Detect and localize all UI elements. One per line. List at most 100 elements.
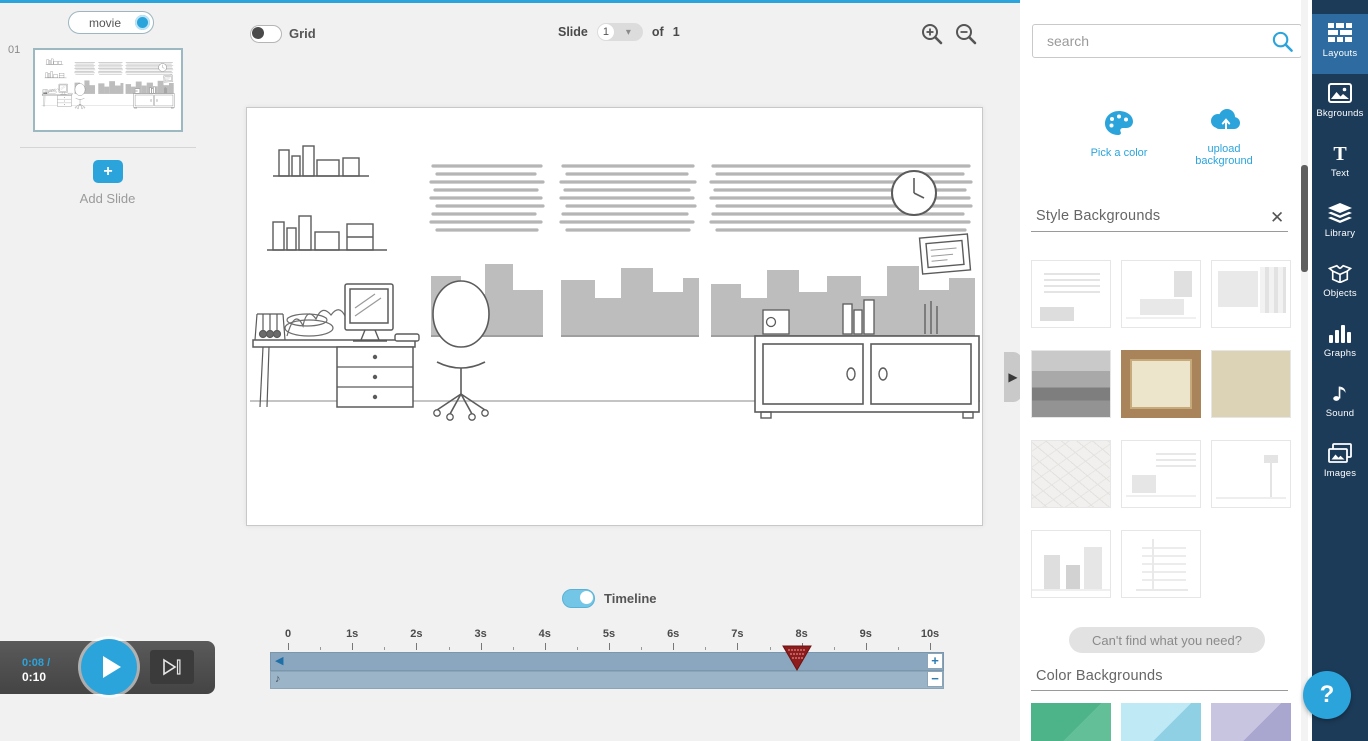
- nav-item-label: Library: [1324, 228, 1356, 239]
- skip-next-icon: [163, 658, 181, 676]
- of-label: of: [651, 25, 664, 39]
- slide-thumbnail-scene: [37, 52, 179, 128]
- color-swatch-light-blue[interactable]: [1121, 703, 1201, 741]
- nav-item-bkgrounds[interactable]: Bkgrounds: [1312, 74, 1368, 134]
- color-swatches-row: [1031, 703, 1291, 741]
- backgrounds-panel: Pick a color upload background Style Bac…: [1020, 0, 1312, 741]
- search-input[interactable]: [1032, 24, 1302, 58]
- nav-item-sound[interactable]: Sound: [1312, 374, 1368, 434]
- zoom-controls: [920, 22, 978, 51]
- add-slide-label: Add Slide: [79, 191, 136, 206]
- pick-color-button[interactable]: Pick a color: [1069, 110, 1169, 159]
- movie-toggle-knob[interactable]: [135, 15, 150, 30]
- app-window: movie 01 + Add Slide 0:08 / 0:10 Grid Sl…: [0, 0, 1368, 741]
- background-thumbnail-wood-frame[interactable]: [1121, 350, 1201, 418]
- upload-background-button[interactable]: upload background: [1174, 108, 1274, 167]
- background-thumbnail-garden[interactable]: [1031, 350, 1111, 418]
- color-swatch-lavender[interactable]: [1211, 703, 1291, 741]
- palette-icon: [1105, 111, 1133, 135]
- nav-item-objects[interactable]: Objects: [1312, 254, 1368, 314]
- panel-scrollbar-thumb[interactable]: [1301, 165, 1308, 272]
- track-prev-icon[interactable]: ◀: [275, 654, 283, 667]
- timeline-zoom-in-button[interactable]: +: [927, 653, 943, 669]
- slide-thumbnail[interactable]: [33, 48, 183, 132]
- grid-toggle-knob[interactable]: [252, 27, 264, 39]
- slide-navigator: Slide 1 ▾ of 1: [558, 23, 680, 41]
- slide-current-number: 1: [597, 24, 614, 40]
- zoom-out-button[interactable]: [954, 22, 978, 51]
- color-header-divider: [1031, 690, 1288, 691]
- timeline-tick-mark: [480, 643, 482, 650]
- time-total: 0:10: [22, 670, 47, 684]
- close-icon[interactable]: ✕: [1270, 208, 1284, 228]
- timeline-tick-label: 5s: [602, 628, 616, 640]
- timeline-tick-label: 10s: [920, 628, 940, 640]
- sound-icon: [1329, 381, 1351, 405]
- play-button[interactable]: [81, 639, 137, 695]
- timeline-toggle-knob[interactable]: [580, 591, 593, 604]
- background-thumbnail-lamp-room[interactable]: [1211, 440, 1291, 508]
- zoom-out-icon: [956, 24, 977, 45]
- backgrounds-icon: [1328, 81, 1352, 105]
- upload-cloud-icon: [1211, 109, 1240, 130]
- timeline-tick-minor: [320, 647, 322, 650]
- timeline-tick-label: 2s: [410, 628, 423, 640]
- timeline-track: 0 1s 2s 3s 4s 5s 6s 7s 8s 9s 10s ◀ ♪ + −: [270, 628, 944, 692]
- background-thumbnail-paper[interactable]: [1031, 440, 1111, 508]
- play-icon: [102, 656, 121, 678]
- upload-background-label-line1: upload: [1207, 143, 1241, 155]
- timeline-tick-minor: [576, 647, 578, 650]
- cant-find-button[interactable]: Can't find what you need?: [1069, 627, 1265, 653]
- background-thumbnail-city[interactable]: [1031, 530, 1111, 598]
- nav-item-graphs[interactable]: Graphs: [1312, 314, 1368, 374]
- movie-mode-toggle[interactable]: movie: [68, 11, 154, 34]
- background-thumbnail-office-room[interactable]: [1121, 440, 1201, 508]
- search-box: [1032, 24, 1302, 58]
- search-icon[interactable]: [1271, 30, 1294, 58]
- nav-item-images[interactable]: Images: [1312, 434, 1368, 494]
- timeline-tick-mark: [609, 643, 610, 650]
- time-separator: /: [44, 657, 51, 669]
- timeline-tick-label: 9s: [859, 628, 872, 640]
- grid-toggle[interactable]: [250, 25, 282, 43]
- color-swatch-green[interactable]: [1031, 703, 1111, 741]
- nav-item-label: Graphs: [1323, 348, 1357, 359]
- slide-canvas[interactable]: [246, 107, 983, 526]
- timeline-toggle[interactable]: [562, 589, 595, 608]
- nav-item-text[interactable]: T Text: [1312, 134, 1368, 194]
- nav-item-library[interactable]: Library: [1312, 194, 1368, 254]
- nav-item-layouts[interactable]: Layouts: [1312, 14, 1368, 74]
- timeline-tick-minor: [897, 647, 899, 650]
- images-icon: [1328, 441, 1352, 465]
- pick-color-label: Pick a color: [1090, 147, 1148, 159]
- left-panel-divider: [20, 147, 196, 148]
- time-current: 0:08: [22, 657, 45, 669]
- timeline-zoom-out-button[interactable]: −: [927, 671, 943, 687]
- timeline-tick-mark: [352, 643, 354, 650]
- timeline-tick-mark: [930, 643, 931, 650]
- next-slide-button[interactable]: [150, 650, 194, 684]
- help-button[interactable]: ?: [1303, 671, 1351, 719]
- style-header-divider: [1031, 231, 1288, 232]
- timeline-tick-mark: [737, 643, 739, 650]
- panel-scrollbar[interactable]: [1301, 0, 1308, 741]
- zoom-in-button[interactable]: [920, 22, 944, 51]
- timeline-playhead[interactable]: [782, 645, 812, 676]
- timeline-audio-track[interactable]: ♪: [270, 671, 944, 689]
- add-slide-button[interactable]: +: [93, 160, 123, 183]
- background-thumbnail-blinds-room[interactable]: [1031, 260, 1111, 328]
- timeline-tick-label: 6s: [667, 628, 680, 640]
- time-display: 0:08 / 0:10: [22, 655, 50, 684]
- slide-number-dropdown[interactable]: 1 ▾: [596, 23, 643, 41]
- style-backgrounds-header: Style Backgrounds: [1036, 208, 1161, 224]
- timeline-tick-minor: [384, 647, 386, 650]
- color-backgrounds-header: Color Backgrounds: [1036, 668, 1163, 684]
- nav-item-label: Bkgrounds: [1316, 108, 1364, 119]
- objects-icon: [1328, 261, 1352, 285]
- background-thumbnail-curtain-window[interactable]: [1211, 260, 1291, 328]
- timeline-tick-minor: [641, 647, 643, 650]
- timeline-slide-track[interactable]: ◀: [270, 652, 944, 671]
- background-thumbnail-beige[interactable]: [1211, 350, 1291, 418]
- background-thumbnail-sofa-room[interactable]: [1121, 260, 1201, 328]
- background-thumbnail-window-view[interactable]: [1121, 530, 1201, 598]
